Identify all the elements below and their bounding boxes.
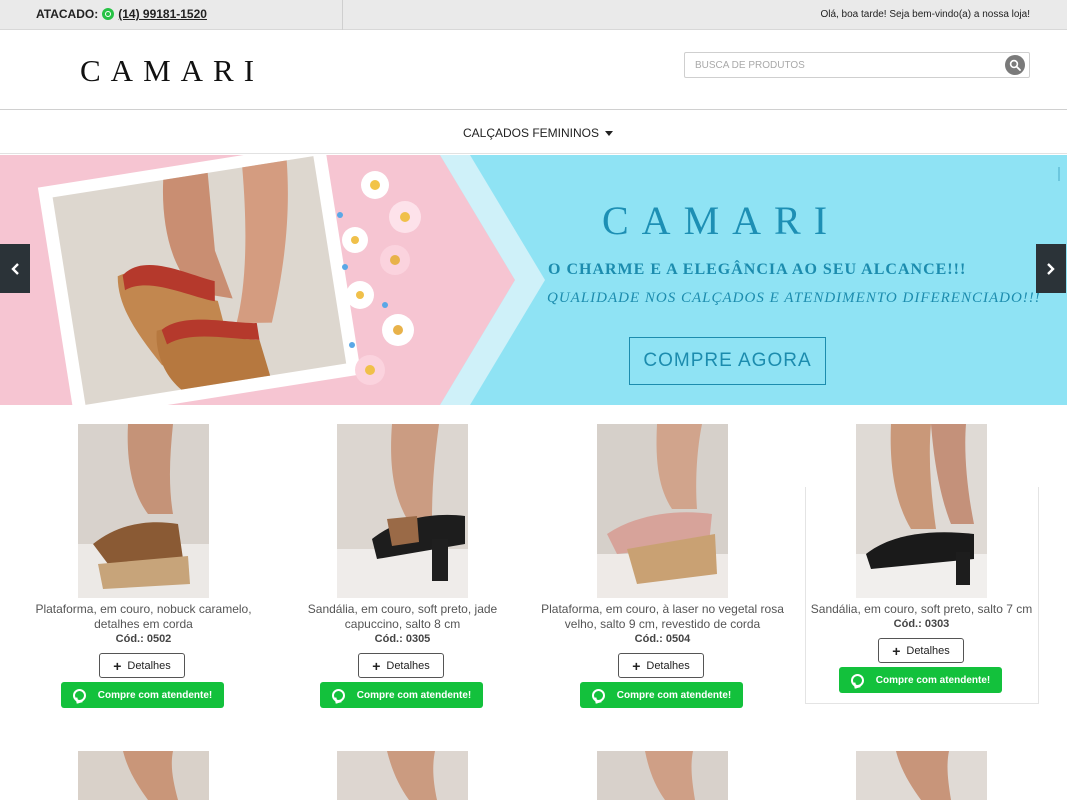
whatsapp-icon bbox=[591, 688, 605, 702]
whatsapp-buy-button[interactable]: Compre com atendente! bbox=[580, 682, 743, 708]
whatsapp-buy-button[interactable]: Compre com atendente! bbox=[320, 682, 483, 708]
product-code: Cód.: 0305 bbox=[374, 633, 431, 645]
wholesale-label: ATACADO: bbox=[36, 7, 99, 21]
product-image[interactable] bbox=[337, 424, 468, 598]
banner-tagline-1: O CHARME E A ELEGÂNCIA AO SEU ALCANCE!!! bbox=[548, 261, 967, 278]
caret-down-icon bbox=[605, 130, 614, 136]
whatsapp-buy-label: Compre com atendente! bbox=[875, 674, 991, 686]
product-card: Sandália, em couro, soft preto, jade cap… bbox=[273, 405, 532, 725]
details-label: Detalhes bbox=[386, 659, 430, 672]
product-code: Cód.: 0502 bbox=[115, 633, 172, 645]
product-name[interactable]: Plataforma, em couro, nobuck caramelo, d… bbox=[14, 602, 273, 632]
wholesale-phone[interactable]: (14) 99181-1520 bbox=[118, 7, 207, 21]
product-card: Sandália, em couro, soft preto, salto 7 … bbox=[792, 405, 1051, 725]
details-label: Detalhes bbox=[906, 644, 950, 657]
banner-tagline-2: QUALIDADE NOS CALÇADOS E ATENDIMENTO DIF… bbox=[547, 290, 1041, 306]
details-button[interactable]: + Detalhes bbox=[99, 653, 185, 678]
search-button[interactable] bbox=[1005, 55, 1025, 75]
whatsapp-buy-label: Compre com atendente! bbox=[356, 689, 472, 701]
wholesale-contact[interactable]: ATACADO: (14) 99181-1520 bbox=[36, 7, 207, 21]
plus-icon: + bbox=[892, 642, 901, 659]
product-name[interactable]: Plataforma, em couro, à laser no vegetal… bbox=[533, 602, 792, 632]
product-code: Cód.: 0504 bbox=[634, 633, 691, 645]
details-label: Detalhes bbox=[127, 659, 171, 672]
details-button[interactable]: + Detalhes bbox=[878, 638, 964, 663]
whatsapp-buy-button[interactable]: Compre com atendente! bbox=[61, 682, 224, 708]
product-code: Cód.: 0303 bbox=[893, 618, 950, 630]
whatsapp-buy-label: Compre com atendente! bbox=[616, 689, 732, 701]
product-name[interactable]: Sandália, em couro, soft preto, salto 7 … bbox=[792, 602, 1051, 617]
store-logo[interactable]: CAMARI bbox=[80, 53, 264, 89]
top-bar: ATACADO: (14) 99181-1520 Olá, boa tarde!… bbox=[0, 0, 1067, 30]
chevron-right-icon bbox=[1047, 262, 1055, 275]
main-nav: CALÇADOS FEMININOS bbox=[0, 111, 1067, 154]
whatsapp-buy-button[interactable]: Compre com atendente! bbox=[839, 667, 1002, 693]
banner-artwork bbox=[0, 155, 1060, 405]
search-icon bbox=[1009, 59, 1021, 71]
product-image[interactable] bbox=[856, 424, 987, 598]
hero-banner[interactable]: CAMARI O CHARME E A ELEGÂNCIA AO SEU ALC… bbox=[0, 155, 1067, 405]
search-input[interactable] bbox=[685, 53, 985, 77]
details-label: Detalhes bbox=[646, 659, 690, 672]
details-button[interactable]: + Detalhes bbox=[618, 653, 704, 678]
product-image[interactable] bbox=[856, 751, 987, 800]
product-card: Plataforma, em couro, nobuck caramelo, d… bbox=[14, 405, 273, 725]
plus-icon: + bbox=[372, 657, 381, 674]
whatsapp-icon bbox=[850, 673, 864, 687]
carousel-next-button[interactable] bbox=[1036, 244, 1066, 293]
carousel-prev-button[interactable] bbox=[0, 244, 30, 293]
product-image[interactable] bbox=[597, 751, 728, 800]
site-header: CAMARI bbox=[0, 31, 1067, 110]
plus-icon: + bbox=[632, 657, 641, 674]
product-image[interactable] bbox=[337, 751, 468, 800]
shop-now-button[interactable]: COMPRE AGORA bbox=[629, 337, 826, 385]
plus-icon: + bbox=[113, 657, 122, 674]
whatsapp-buy-label: Compre com atendente! bbox=[97, 689, 213, 701]
product-grid: Plataforma, em couro, nobuck caramelo, d… bbox=[0, 405, 1067, 800]
product-image[interactable] bbox=[78, 751, 209, 800]
greeting-text: Olá, boa tarde! Seja bem-vindo(a) a noss… bbox=[820, 9, 1030, 20]
banner-brand: CAMARI bbox=[602, 198, 841, 243]
details-button[interactable]: + Detalhes bbox=[358, 653, 444, 678]
product-image[interactable] bbox=[597, 424, 728, 598]
nav-menu-label: CALÇADOS FEMININOS bbox=[463, 126, 600, 140]
whatsapp-icon bbox=[331, 688, 345, 702]
whatsapp-icon bbox=[102, 8, 115, 20]
product-image[interactable] bbox=[78, 424, 209, 598]
nav-menu-calcados-femininos[interactable]: CALÇADOS FEMININOS bbox=[463, 126, 614, 140]
product-name[interactable]: Sandália, em couro, soft preto, jade cap… bbox=[273, 602, 532, 632]
product-card: Plataforma, em couro, à laser no vegetal… bbox=[533, 405, 792, 725]
search-box bbox=[684, 52, 1030, 78]
topbar-divider bbox=[342, 0, 343, 30]
chevron-left-icon bbox=[11, 262, 19, 275]
whatsapp-icon bbox=[72, 688, 86, 702]
